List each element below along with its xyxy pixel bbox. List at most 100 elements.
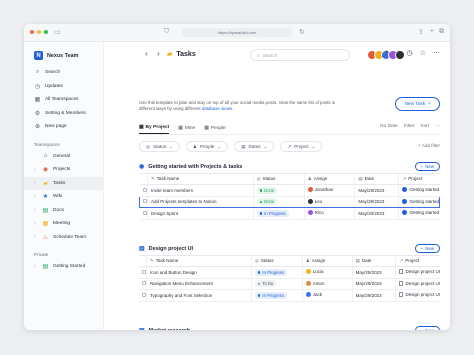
sidebar-item-search[interactable]: ⌕ Search <box>24 66 103 80</box>
chevron-right-icon[interactable]: › <box>34 207 38 213</box>
group-new-button[interactable]: +New <box>414 162 440 171</box>
sort-button[interactable]: Sort <box>420 124 429 129</box>
dates-filter[interactable]: ▤ Dates ⌄ <box>234 141 275 152</box>
chevron-right-icon[interactable]: › <box>34 264 38 270</box>
sidebar-item-schedule-team[interactable]: › ♨ Schedule Team <box>24 231 103 245</box>
project-cell[interactable]: Getting started <box>398 195 440 208</box>
url-bar[interactable]: https://byseafolio.com <box>182 28 292 37</box>
date-cell[interactable]: May/30/2023 <box>354 207 399 220</box>
sidebar-item-new-page[interactable]: ⊕ New page <box>24 120 103 134</box>
sidebar-item-docs[interactable]: › ▤ Docs <box>24 204 103 218</box>
comment-icon[interactable]: ◌ <box>395 49 399 59</box>
group-new-button[interactable]: +New <box>414 244 440 253</box>
more-icon[interactable]: ⋯ <box>435 124 440 129</box>
chevron-right-icon[interactable]: › <box>34 167 38 173</box>
history-icon[interactable]: ◷ <box>407 49 413 59</box>
share-icon[interactable]: ⇪ <box>418 28 424 36</box>
status-filter[interactable]: ◎ Status ⌄ <box>139 141 180 152</box>
search-input[interactable]: ⌕ Search <box>250 49 350 61</box>
forward-icon[interactable]: › <box>157 49 160 58</box>
table-row[interactable]: Icon and Button Design In Progress Lucia Ma… <box>139 266 440 279</box>
column-header[interactable]: ◎ Status <box>250 255 303 267</box>
sidebar-toggle-icon[interactable]: ▭ <box>54 28 61 36</box>
assign-cell[interactable]: Jack <box>301 289 353 302</box>
project-cell[interactable]: Design project UI <box>395 289 440 302</box>
group-header[interactable]: ▤ Design project UI + New <box>139 242 440 255</box>
project-cell[interactable]: Design project UI <box>395 278 440 290</box>
task-name-cell[interactable]: Invite team members <box>147 184 254 197</box>
row-checkbox[interactable] <box>139 184 148 197</box>
table-row[interactable]: Invite team members Done Jonathan May/29/20… <box>139 184 440 197</box>
column-header[interactable]: ▤ Date <box>351 255 396 267</box>
assign-cell[interactable]: Jonathan <box>303 184 355 197</box>
table-row[interactable]: Navigation Menu Enhancement To Do Anton May… <box>139 278 440 290</box>
back-icon[interactable]: ‹ <box>145 49 148 58</box>
assign-cell[interactable]: Rico <box>303 207 355 220</box>
workspace-switcher[interactable]: N Nexus Team <box>24 42 103 66</box>
tab-mine[interactable]: ▦ Mine <box>178 122 195 134</box>
status-cell[interactable]: In Progress <box>250 289 303 302</box>
star-icon[interactable]: ☆ <box>420 49 426 59</box>
table-row[interactable]: Add Projects templates to Notion Done Leo M… <box>139 195 440 208</box>
reload-icon[interactable]: ↻ <box>299 28 305 36</box>
status-cell[interactable]: To Do <box>250 278 303 290</box>
status-cell[interactable]: Done <box>252 195 305 208</box>
sidebar-item-getting-started[interactable]: › ▤ Getting Started <box>24 260 103 274</box>
project-cell[interactable]: Getting started <box>398 207 440 220</box>
task-name-cell[interactable]: Design Sprint <box>147 207 254 220</box>
people-filter[interactable]: ♟ People ⌄ <box>185 141 229 152</box>
status-cell[interactable]: In Progress <box>250 266 303 279</box>
sidebar-item-projects[interactable]: › ◉ Projects <box>24 163 103 177</box>
column-header[interactable]: ✎ Task Name <box>146 255 252 267</box>
date-cell[interactable]: May/29/2023 <box>354 195 399 208</box>
status-cell[interactable]: Done <box>252 184 305 197</box>
row-checkbox[interactable] <box>139 207 148 220</box>
project-cell[interactable]: Design project UI <box>395 266 440 279</box>
chevron-right-icon[interactable]: › <box>34 194 38 200</box>
project-filter[interactable]: ↗ Project ⌄ <box>280 141 323 152</box>
tabs-overview-icon[interactable]: ⧉ <box>439 28 444 36</box>
sidebar-item-all-teamspaces[interactable]: ▦ All Teamspaces <box>24 93 103 107</box>
column-header[interactable]: ▤ Date <box>354 173 399 185</box>
column-header[interactable]: ↗ Project <box>395 255 440 267</box>
more-icon[interactable]: ⋯ <box>433 49 440 59</box>
chevron-right-icon[interactable]: › <box>34 221 38 227</box>
add-filter-button[interactable]: + Add filter <box>418 143 440 148</box>
date-cell[interactable]: May/29/2023 <box>351 278 396 290</box>
new-tab-icon[interactable]: + <box>430 28 434 35</box>
sidebar-item-setting-members[interactable]: ⚙ Setting & Members <box>24 107 103 121</box>
date-cell[interactable]: May/29/2023 <box>351 266 396 279</box>
date-cell[interactable]: May/29/2023 <box>354 184 399 197</box>
assign-cell[interactable]: Leo <box>303 195 355 208</box>
row-checkbox[interactable] <box>139 289 147 302</box>
sidebar-item-tasks[interactable]: › ▰ Tasks <box>24 176 103 190</box>
no-date-button[interactable]: No Date <box>380 124 398 129</box>
task-name-cell[interactable]: Typography and Font Selection <box>146 289 252 302</box>
minimize-window-button[interactable] <box>37 30 41 34</box>
maximize-window-button[interactable] <box>44 30 48 34</box>
tab-people[interactable]: ▦ People <box>204 122 225 134</box>
close-window-button[interactable] <box>30 30 34 34</box>
row-checkbox[interactable] <box>139 266 147 279</box>
tab-by-project[interactable]: ▦ By Project <box>139 122 170 134</box>
sidebar-item-general[interactable]: ⌂ General <box>24 150 103 164</box>
task-name-cell[interactable]: Navigation Menu Enhancement <box>146 278 252 290</box>
database-views-link[interactable]: database views. <box>202 106 234 111</box>
share-icon[interactable]: ⤴ <box>381 49 388 59</box>
project-cell[interactable]: Getting started <box>398 184 440 197</box>
select-all-checkbox[interactable] <box>139 173 148 185</box>
sidebar-item-wiki[interactable]: › ★ Wiki <box>24 190 103 204</box>
filter-button[interactable]: Filter <box>404 124 415 129</box>
column-header[interactable]: ↗ Project <box>398 173 440 185</box>
select-all-checkbox[interactable] <box>139 255 147 267</box>
table-row[interactable]: Design Sprint In Progress Rico May/30/2023 G… <box>139 207 440 220</box>
assign-cell[interactable]: Lucia <box>301 266 353 279</box>
chevron-right-icon[interactable]: › <box>34 234 38 240</box>
column-header[interactable]: ◎ Status <box>252 173 305 185</box>
status-cell[interactable]: In Progress <box>252 207 305 220</box>
sidebar-item-meeting[interactable]: › ▦ Meeting <box>24 217 103 231</box>
table-row[interactable]: Typography and Font Selection In Progress… <box>139 289 440 302</box>
row-checkbox[interactable] <box>139 195 148 208</box>
group-new-button[interactable]: +New <box>414 326 440 330</box>
row-checkbox[interactable] <box>139 278 147 290</box>
